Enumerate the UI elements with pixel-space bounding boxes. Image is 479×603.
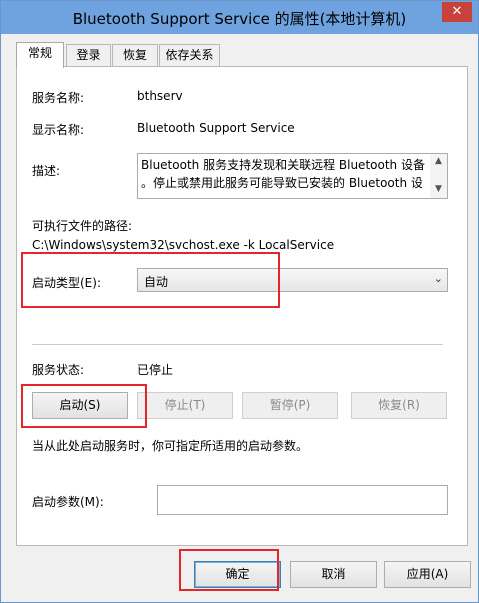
exe-path-label: 可执行文件的路径: xyxy=(32,219,133,233)
close-icon: ✕ xyxy=(451,4,463,19)
tab-logon[interactable]: 登录 xyxy=(66,44,111,67)
service-name-label: 服务名称: xyxy=(32,91,85,105)
start-params-label: 启动参数(M): xyxy=(32,495,104,509)
exe-path-value: C:\Windows\system32\svchost.exe -k Local… xyxy=(32,238,335,252)
description-label: 描述: xyxy=(32,164,61,178)
start-button-highlight xyxy=(21,384,147,428)
display-name-value: Bluetooth Support Service xyxy=(137,121,295,135)
ok-button-highlight xyxy=(179,549,279,591)
scroll-down-icon[interactable]: ▼ xyxy=(430,184,447,194)
tab-dependencies[interactable]: 依存关系 xyxy=(159,44,220,67)
resume-button[interactable]: 恢复(R) xyxy=(351,392,447,419)
service-status-label: 服务状态: xyxy=(32,363,85,377)
stop-button[interactable]: 停止(T) xyxy=(137,392,233,419)
window-title: Bluetooth Support Service 的属性(本地计算机) xyxy=(72,10,407,28)
startup-type-highlight xyxy=(21,252,280,308)
chevron-down-icon: ⌄ xyxy=(433,272,443,285)
apply-button[interactable]: 应用(A) xyxy=(384,561,471,588)
title-bar[interactable]: Bluetooth Support Service 的属性(本地计算机) ✕ xyxy=(1,1,478,34)
hint-text: 当从此处启动服务时，你可指定所适用的启动参数。 xyxy=(32,439,309,453)
start-params-input[interactable] xyxy=(157,485,448,515)
close-button[interactable]: ✕ xyxy=(442,2,472,22)
scroll-up-icon[interactable]: ▲ xyxy=(430,156,447,166)
divider xyxy=(32,344,443,345)
service-status-value: 已停止 xyxy=(137,363,174,377)
description-text: Bluetooth 服务支持发现和关联远程 Bluetooth 设备 。停止或禁… xyxy=(141,158,425,190)
service-name-value: bthserv xyxy=(137,89,183,103)
tab-general[interactable]: 常规 xyxy=(16,42,64,68)
general-tab-panel: 服务名称: bthserv 显示名称: Bluetooth Support Se… xyxy=(16,66,468,546)
properties-dialog: Bluetooth Support Service 的属性(本地计算机) ✕ 常… xyxy=(0,0,479,603)
description-box[interactable]: Bluetooth 服务支持发现和关联远程 Bluetooth 设备 。停止或禁… xyxy=(137,153,448,199)
pause-button[interactable]: 暂停(P) xyxy=(242,392,338,419)
description-scrollbar[interactable]: ▲ ▼ xyxy=(430,154,447,198)
cancel-button[interactable]: 取消 xyxy=(290,561,377,588)
display-name-label: 显示名称: xyxy=(32,123,85,137)
tab-recovery[interactable]: 恢复 xyxy=(112,44,158,67)
